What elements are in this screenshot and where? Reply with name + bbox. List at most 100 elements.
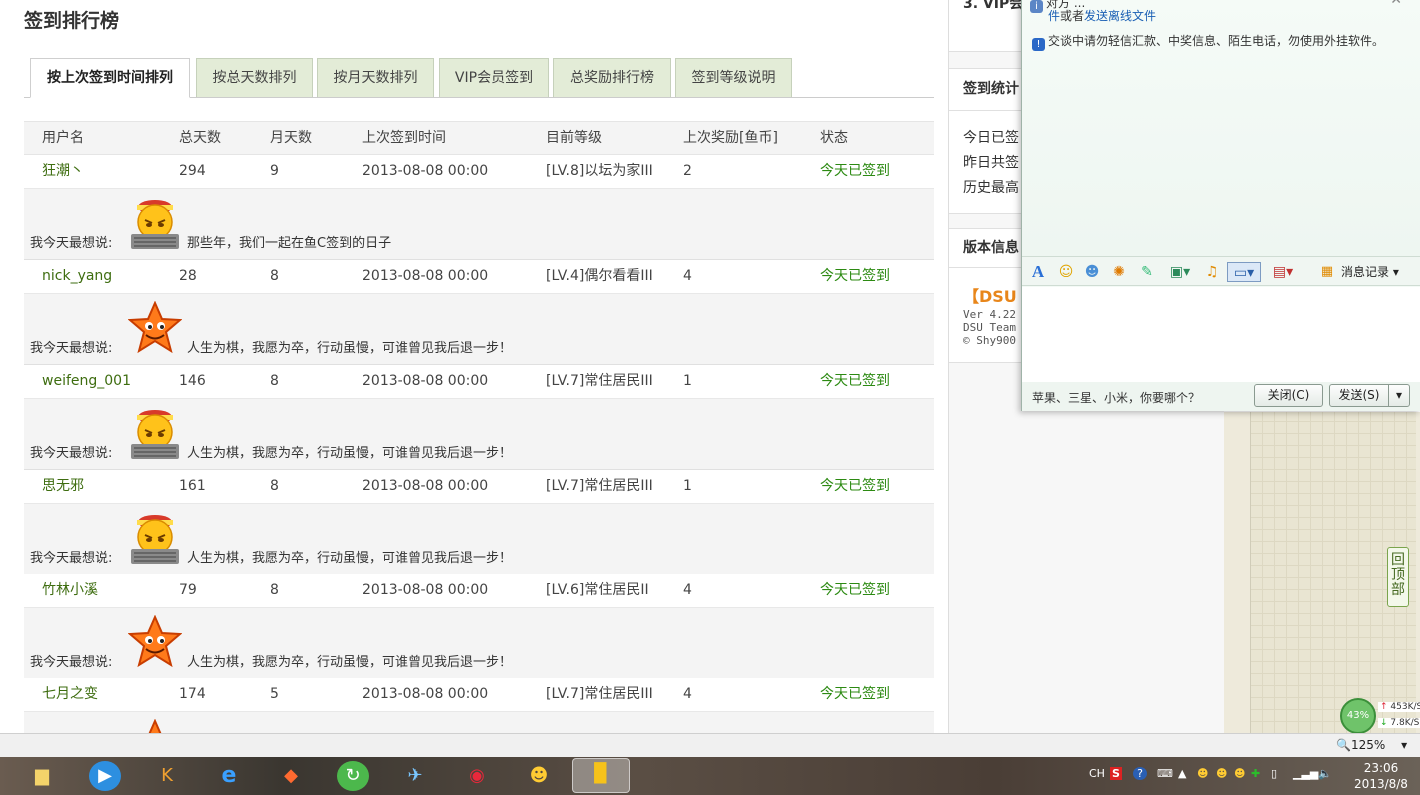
- zoom-level: 125%: [1350, 738, 1386, 752]
- qq-tray-icon-2[interactable]: ☻: [1216, 767, 1227, 780]
- cell-level: [LV.8]以坛为家III: [546, 163, 653, 179]
- app-k-icon[interactable]: K: [151, 761, 183, 791]
- browser-status-bar: 🔍125% ▾: [0, 733, 1420, 757]
- tray-expand-icon[interactable]: ▲: [1178, 767, 1186, 780]
- clock-time: 23:06: [1363, 761, 1399, 775]
- cell-status: 今天已签到: [820, 163, 890, 179]
- qq-chat-window: i 对方 ... 件或者发送离线文件 ! 交谈中请勿轻信汇款、中奖信息、陌生电话，勿…: [1021, 0, 1420, 411]
- table-row: 狂潮丶 294 9 2013-08-08 00:00 [LV.8]以坛为家III 2 今天已…: [24, 155, 934, 189]
- back-to-top-button[interactable]: 回顶部: [1387, 547, 1409, 607]
- message-text: 人生为棋，我愿为卒，行动虽慢，可谁曾见我后退一步！: [187, 655, 513, 670]
- cell-status: 今天已签到: [820, 686, 890, 702]
- message-text: 人生为棋，我愿为卒，行动虽慢，可谁曾见我后退一步！: [187, 341, 513, 356]
- shield-app-icon[interactable]: ◆: [275, 761, 307, 791]
- chat-or-text: 或者: [1060, 9, 1085, 23]
- tab-vip-signin[interactable]: VIP会员签到: [439, 58, 549, 97]
- chat-offline-file-line: 件或者发送离线文件: [1048, 7, 1156, 29]
- header-month-days: 月天数: [270, 130, 312, 146]
- chat-input[interactable]: [1022, 287, 1420, 382]
- info-icon: i: [1030, 0, 1043, 13]
- signin-message: 我今天最想说:: [24, 712, 934, 733]
- magic-emoji-icon[interactable]: ✺: [1109, 262, 1129, 282]
- cell-username[interactable]: 狂潮丶: [42, 155, 84, 188]
- media-player-icon[interactable]: ▶: [89, 761, 121, 791]
- video-app-icon[interactable]: ◉: [461, 761, 493, 791]
- bird-app-icon[interactable]: ✈: [399, 761, 431, 791]
- screenshot-icon[interactable]: ▭▾: [1227, 262, 1261, 282]
- image-icon[interactable]: ▣▾: [1165, 262, 1195, 282]
- tab-by-last-signin[interactable]: 按上次签到时间排列: [30, 58, 190, 98]
- taskbar: ▆ ▶ K e ◆ ↻ ✈ ◉ ☻ ▉ CH S ? ⌨ ▲ ☻ ☻ ☻ ✚ ▯…: [0, 757, 1420, 795]
- music-icon[interactable]: ♫: [1202, 262, 1222, 282]
- send-options-dropdown[interactable]: ▾: [1388, 384, 1410, 407]
- header-status: 状态: [820, 130, 848, 146]
- cell-last-reward: 4: [683, 582, 692, 598]
- zoom-control[interactable]: 🔍125% ▾: [1336, 738, 1407, 752]
- network-monitor[interactable]: 43% ↑ 453K/S ↓ 7.8K/S: [1340, 698, 1420, 734]
- gift-icon[interactable]: ▤▾: [1268, 262, 1298, 282]
- main-content: 签到排行榜 按上次签到时间排列 按总天数排列 按月天数排列 VIP会员签到 总奖…: [0, 0, 948, 733]
- font-icon[interactable]: A: [1028, 262, 1048, 282]
- cell-month-days: 8: [270, 373, 279, 389]
- cell-username[interactable]: 竹林小溪: [42, 574, 98, 607]
- keyboard-icon[interactable]: ⌨: [1157, 767, 1173, 780]
- star-face-icon: [127, 300, 183, 356]
- chat-message-area[interactable]: i 对方 ... 件或者发送离线文件 ! 交谈中请勿轻信汇款、中奖信息、陌生电话，勿…: [1022, 0, 1420, 256]
- shake-icon[interactable]: ✎: [1137, 262, 1157, 282]
- close-button[interactable]: 关闭(C): [1254, 384, 1323, 407]
- chat-toolbar: A ☺ ☻ ✺ ✎ ▣▾ ♫ ▭▾ ▤▾ ▦ 消息记录 ▾: [1022, 256, 1420, 286]
- network-download: ↓ 7.8K/S: [1378, 718, 1420, 728]
- vip-emoji-icon[interactable]: ☻: [1082, 262, 1102, 282]
- add-icon[interactable]: ✚: [1251, 767, 1260, 780]
- device-icon[interactable]: ▯: [1271, 767, 1277, 780]
- send-button[interactable]: 发送(S): [1329, 384, 1389, 407]
- stats-yesterday: 昨日共签: [963, 155, 1019, 171]
- stats-history-max: 历史最高: [963, 180, 1019, 196]
- cell-total-days: 79: [179, 582, 197, 598]
- network-signal-icon[interactable]: ▁▃▅: [1293, 767, 1318, 780]
- cell-month-days: 9: [270, 163, 279, 179]
- message-text: 人生为棋，我愿为卒，行动虽慢，可谁曾见我后退一步！: [187, 551, 513, 566]
- network-download-value: 7.8K/S: [1390, 718, 1420, 728]
- tab-by-total-days[interactable]: 按总天数排列: [196, 58, 313, 97]
- qq-penguin-icon[interactable]: ☻: [523, 761, 555, 791]
- chat-ad-text[interactable]: 苹果、三星、小米，你要哪个？: [1032, 389, 1200, 406]
- version-line-2: DSU Team: [963, 321, 1016, 334]
- cell-total-days: 146: [179, 373, 206, 389]
- sync-app-icon[interactable]: ↻: [337, 761, 369, 791]
- sticky-notes-icon[interactable]: ▉: [572, 758, 630, 793]
- page-title: 签到排行榜: [24, 10, 120, 32]
- qq-tray-icon[interactable]: ☻: [1197, 767, 1208, 780]
- signin-message: 我今天最想说: 那些年，我们一起在鱼C签到的日子: [24, 189, 934, 260]
- help-icon[interactable]: ?: [1133, 767, 1147, 780]
- volume-icon[interactable]: 🔈: [1318, 767, 1332, 780]
- cell-username[interactable]: nick_yang: [42, 260, 112, 293]
- tab-level-explanation[interactable]: 签到等级说明: [675, 58, 792, 97]
- sogou-input-icon[interactable]: S: [1110, 767, 1122, 780]
- cell-last-reward: 4: [683, 268, 692, 284]
- send-offline-file-link[interactable]: 发送离线文件: [1084, 9, 1156, 23]
- signin-message: 我今天最想说: 人生为棋，我愿为卒，行动虽慢，可谁曾见我后退一步！: [24, 608, 934, 679]
- tab-total-reward[interactable]: 总奖励排行榜: [553, 58, 671, 97]
- cell-username[interactable]: 思无邪: [42, 470, 84, 503]
- star-face-icon: [127, 614, 183, 670]
- cell-month-days: 8: [270, 268, 279, 284]
- cell-username[interactable]: weifeng_001: [42, 365, 131, 398]
- chat-file-link[interactable]: 件: [1048, 9, 1060, 23]
- qq-tray-icon-3[interactable]: ☻: [1234, 767, 1245, 780]
- clock[interactable]: 23:06 2013/8/8: [1352, 760, 1410, 792]
- cell-last-reward: 2: [683, 163, 692, 179]
- dsu-logo: 【DSU: [963, 287, 1017, 306]
- explorer-icon[interactable]: ▆: [26, 761, 58, 791]
- cell-username[interactable]: 七月之变: [42, 678, 98, 711]
- language-indicator[interactable]: CH: [1089, 767, 1105, 780]
- history-icon[interactable]: ▦: [1318, 262, 1336, 282]
- close-icon[interactable]: ✕: [1390, 0, 1402, 8]
- message-history-button[interactable]: 消息记录 ▾: [1341, 262, 1403, 282]
- ie-icon[interactable]: e: [213, 761, 245, 791]
- screen: 签到排行榜 按上次签到时间排列 按总天数排列 按月天数排列 VIP会员签到 总奖…: [0, 0, 1420, 795]
- emoji-icon[interactable]: ☺: [1056, 262, 1076, 282]
- cell-level: [LV.7]常住居民III: [546, 478, 653, 494]
- grumpy-face-icon: [128, 196, 182, 251]
- tab-by-month-days[interactable]: 按月天数排列: [317, 58, 434, 97]
